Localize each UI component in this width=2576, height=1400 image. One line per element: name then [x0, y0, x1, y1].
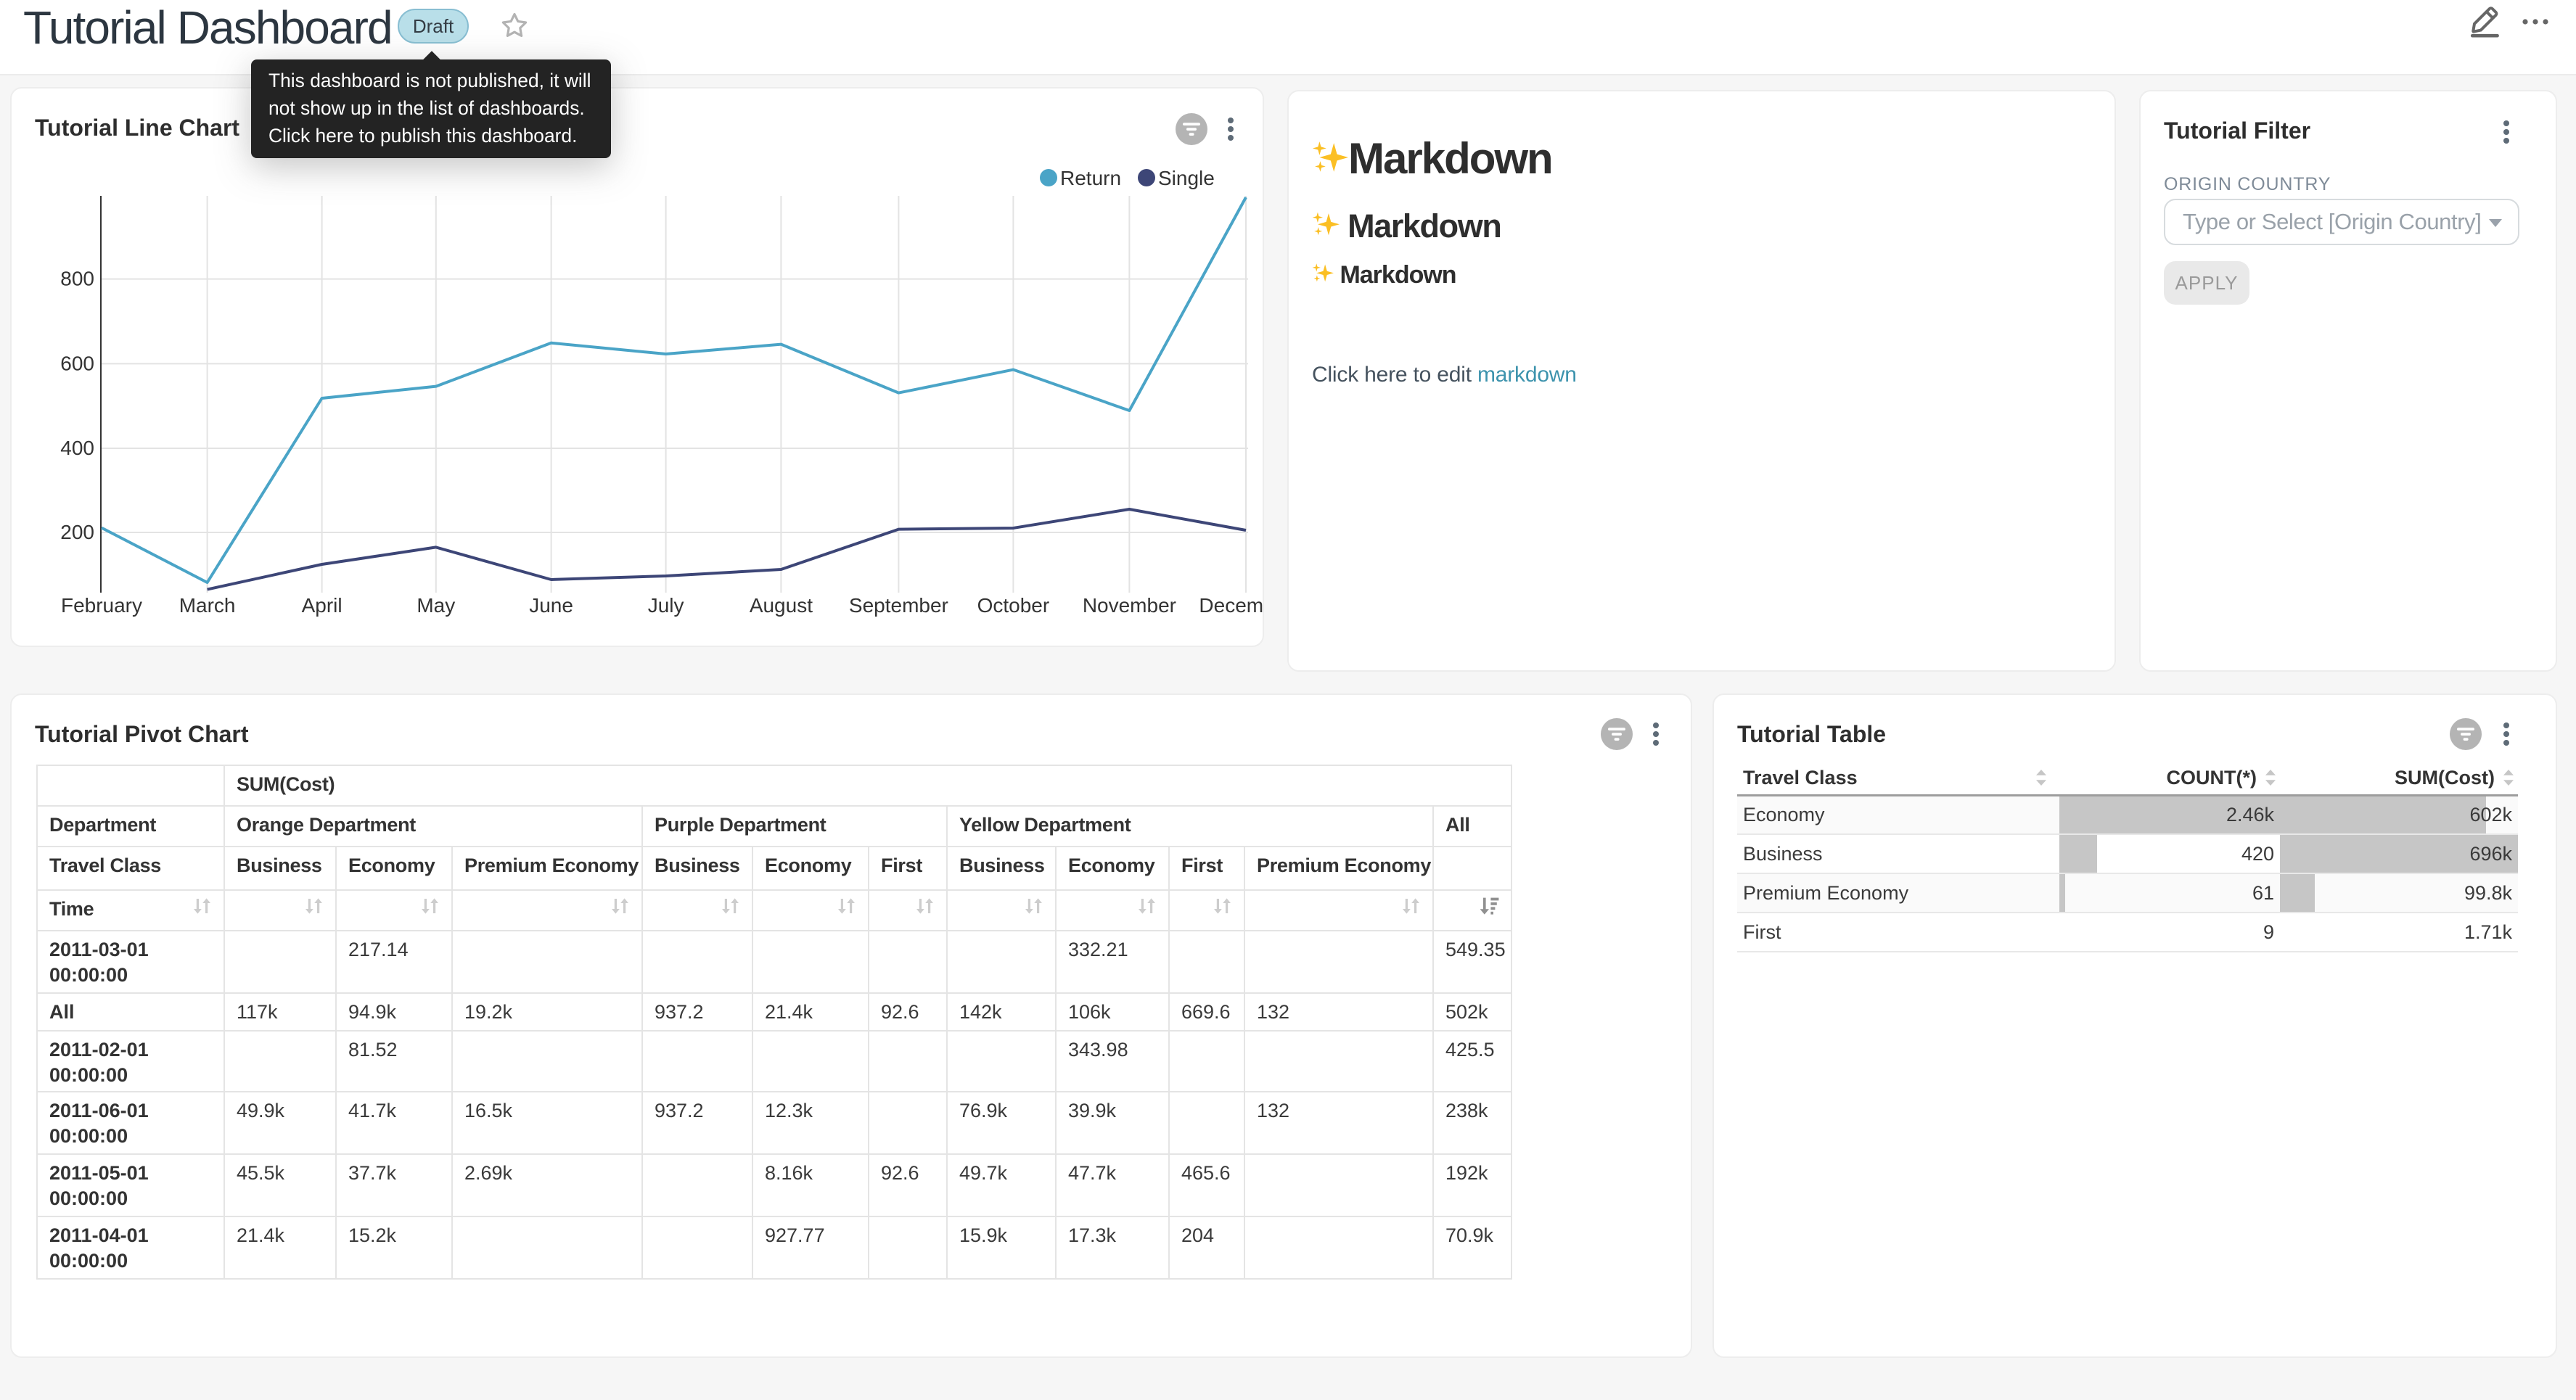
svg-text:April: April: [302, 594, 342, 617]
svg-text:March: March: [179, 594, 236, 617]
svg-text:December: December: [1199, 594, 1264, 617]
svg-text:400: 400: [60, 437, 94, 459]
svg-text:October: October: [977, 594, 1050, 617]
svg-text:November: November: [1083, 594, 1176, 617]
svg-text:September: September: [849, 594, 948, 617]
svg-text:Single: Single: [1158, 167, 1215, 189]
svg-text:February: February: [61, 594, 142, 617]
svg-text:Return: Return: [1060, 167, 1121, 189]
svg-text:July: July: [648, 594, 684, 617]
svg-text:200: 200: [60, 521, 94, 543]
svg-text:August: August: [750, 594, 813, 617]
svg-text:600: 600: [60, 352, 94, 374]
svg-text:June: June: [529, 594, 573, 617]
svg-text:May: May: [417, 594, 455, 617]
svg-text:800: 800: [60, 268, 94, 290]
